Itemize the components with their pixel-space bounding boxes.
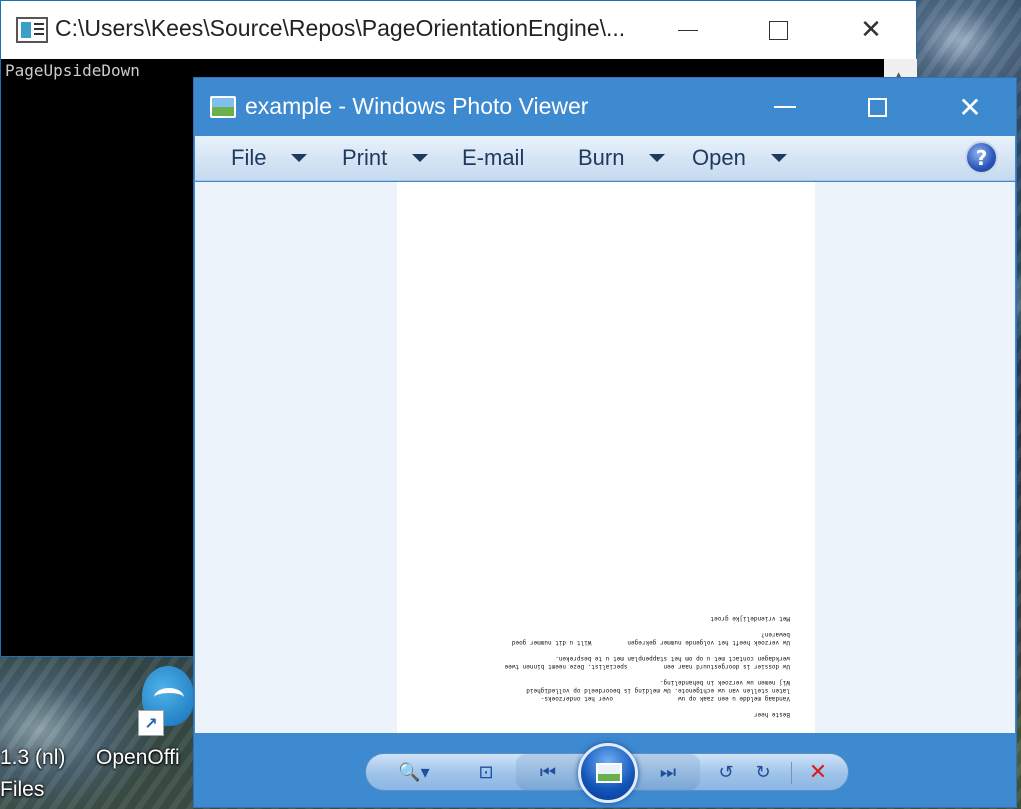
- viewer-menu-bar: File Print E-mail Burn Open ?: [195, 136, 1015, 181]
- menu-burn[interactable]: Burn: [578, 136, 666, 180]
- photo-viewer-app-icon: [210, 96, 236, 118]
- document-page-image: Beste heer Vandaag meldde u een zaak op …: [397, 182, 815, 733]
- letter-line: Beste heer: [753, 711, 790, 718]
- help-icon[interactable]: ?: [965, 141, 998, 174]
- menu-print[interactable]: Print: [342, 136, 429, 180]
- chevron-down-icon: [412, 154, 429, 162]
- next-icon[interactable]: ⏭: [636, 754, 700, 790]
- viewer-title-bar[interactable]: example - Windows Photo Viewer ✕: [194, 78, 1016, 136]
- maximize-icon: [867, 97, 887, 117]
- maximize-icon: [768, 20, 788, 40]
- rotate-right-icon[interactable]: ↻: [746, 754, 780, 790]
- menu-open[interactable]: Open: [692, 136, 787, 180]
- chevron-down-icon: [291, 154, 308, 162]
- console-minimize-button[interactable]: [658, 1, 718, 59]
- chevron-down-icon: [649, 154, 666, 162]
- console-app-icon: [16, 17, 48, 43]
- upside-down-letter-text: Beste heer Vandaag meldde u een zaak op …: [435, 606, 790, 718]
- console-close-button[interactable]: ✕: [841, 1, 901, 59]
- viewer-bottom-toolbar: 🔍▾ ⊡ ⏮ ⏭ ↺ ↻ ✕: [195, 733, 1015, 807]
- zoom-icon[interactable]: 🔍▾: [394, 754, 434, 790]
- toolbar-divider: [791, 762, 792, 784]
- menu-burn-label: Burn: [578, 145, 625, 170]
- desktop-icon-label[interactable]: 1.3 (nl): [0, 746, 65, 770]
- photo-viewer-window[interactable]: example - Windows Photo Viewer ✕ File Pr…: [193, 77, 1017, 808]
- menu-print-label: Print: [342, 145, 388, 170]
- console-title-bar[interactable]: C:\Users\Kees\Source\Repos\PageOrientati…: [1, 1, 916, 59]
- minimize-icon: [678, 29, 698, 31]
- slideshow-icon: [596, 763, 622, 783]
- letter-line: Uw verzoek heeft het volgende nummer gek…: [511, 631, 790, 646]
- console-maximize-button[interactable]: [748, 1, 808, 59]
- image-canvas[interactable]: Beste heer Vandaag meldde u een zaak op …: [195, 182, 1015, 733]
- chevron-down-icon: [770, 154, 787, 162]
- rotate-left-icon[interactable]: ↺: [709, 754, 743, 790]
- shortcut-arrow-icon: ↗: [138, 710, 164, 736]
- previous-icon[interactable]: ⏮: [516, 754, 580, 790]
- letter-line: Met vriendelijke groet: [710, 615, 790, 622]
- delete-icon[interactable]: ✕: [798, 754, 838, 790]
- viewer-minimize-button[interactable]: [755, 78, 815, 136]
- letter-line: Vandaag meldde u een zaak op uw over het…: [526, 679, 790, 702]
- console-output-line: PageUpsideDown: [5, 61, 140, 80]
- openoffice-icon-label[interactable]: OpenOffi: [96, 746, 180, 770]
- letter-line: Uw dossier is doorgestuurd naar een spec…: [504, 655, 790, 670]
- minimize-icon: [774, 106, 796, 108]
- viewer-close-button[interactable]: ✕: [940, 78, 1000, 136]
- openoffice-desktop-icon[interactable]: ↗: [138, 664, 194, 736]
- menu-file[interactable]: File: [231, 136, 308, 180]
- menu-email[interactable]: E-mail: [462, 136, 524, 180]
- menu-open-label: Open: [692, 145, 746, 170]
- menu-file-label: File: [231, 145, 267, 170]
- navigation-controls: 🔍▾ ⊡ ⏮ ⏭ ↺ ↻ ✕: [365, 743, 849, 803]
- desktop-icon-label[interactable]: Files: [0, 778, 44, 802]
- console-title: C:\Users\Kees\Source\Repos\PageOrientati…: [55, 15, 626, 41]
- menu-email-label: E-mail: [462, 145, 525, 170]
- viewer-maximize-button[interactable]: [847, 78, 907, 136]
- actual-size-icon[interactable]: ⊡: [466, 754, 506, 790]
- viewer-title: example - Windows Photo Viewer: [245, 93, 589, 119]
- slideshow-button[interactable]: [578, 743, 638, 803]
